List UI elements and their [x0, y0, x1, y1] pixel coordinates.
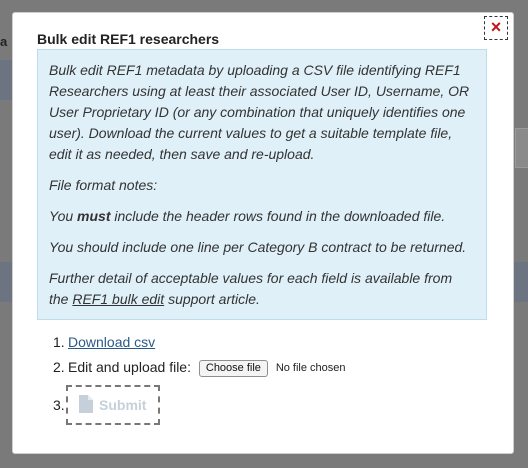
close-button[interactable]: × — [484, 16, 508, 40]
support-article-link[interactable]: REF1 bulk edit — [72, 291, 164, 307]
submit-label[interactable]: Submit — [99, 397, 146, 413]
intro-text: Bulk edit REF1 metadata by uploading a C… — [49, 62, 470, 162]
note-text: support article. — [164, 291, 260, 307]
note-one-line-per-contract: You should include one line per Category… — [49, 239, 467, 255]
step-number: 2. — [53, 359, 65, 375]
choose-file-button[interactable]: Choose file — [198, 360, 268, 377]
document-icon — [79, 395, 93, 413]
step-download: 1. Download csv — [50, 332, 346, 357]
upload-label: Edit and upload file: — [68, 359, 191, 375]
dialog-title: Bulk edit REF1 researchers — [37, 31, 220, 47]
background-text-fragment: a — [0, 34, 8, 49]
note-text: include the header rows found in the dow… — [110, 208, 446, 224]
note-header-rows: You must include the header rows found i… — [49, 206, 475, 227]
download-csv-link[interactable]: Download csv — [68, 334, 155, 350]
info-panel: Bulk edit REF1 metadata by uploading a C… — [37, 49, 487, 320]
steps-list: 1. Download csv 2. Edit and upload file:… — [50, 332, 346, 425]
background-panel — [515, 128, 528, 168]
step-submit: 3. Submit — [50, 385, 346, 425]
note-further-detail: Further detail of acceptable values for … — [49, 268, 475, 310]
note-text: You — [49, 208, 78, 224]
background-panel — [514, 262, 528, 302]
step-upload: 2. Edit and upload file: Choose file No … — [50, 357, 346, 382]
close-icon[interactable]: × — [491, 17, 502, 37]
file-status-text: No file chosen — [275, 362, 346, 374]
notes-heading: File format notes: — [49, 177, 158, 193]
step-number: 1. — [53, 334, 65, 350]
submit-button[interactable]: Submit — [66, 385, 160, 425]
note-emphasis: must — [77, 208, 111, 224]
step-number: 3. — [53, 397, 65, 413]
